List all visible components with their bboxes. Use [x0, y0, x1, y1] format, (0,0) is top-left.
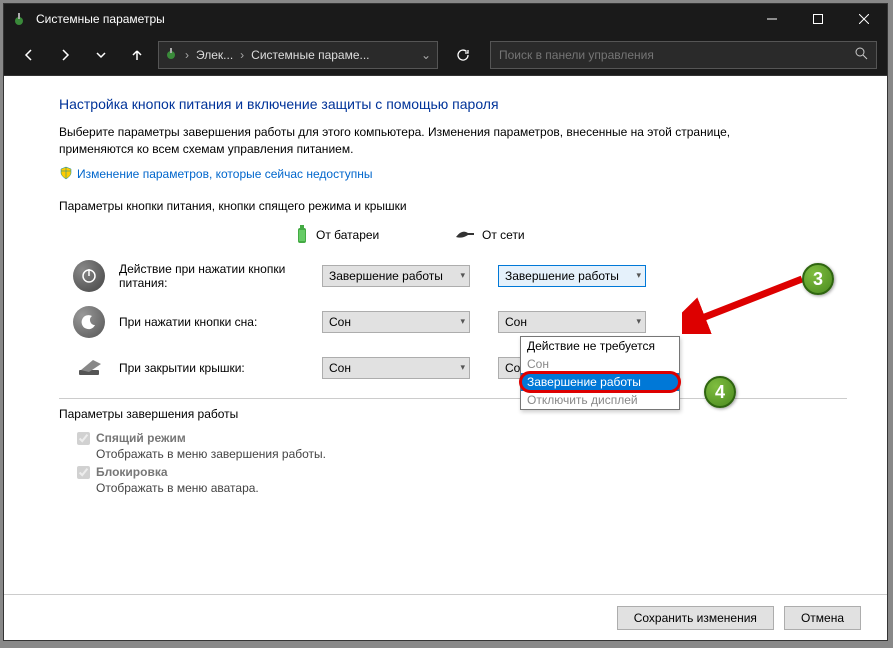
dropdown-value: Завершение работы	[505, 269, 619, 283]
window: Системные параметры › Элек... › Системны…	[3, 3, 888, 641]
annotation-callout-3: 3	[802, 263, 834, 295]
dropdown-option[interactable]: Отключить дисплей	[521, 391, 679, 409]
dropdown-value: Сон	[505, 315, 527, 329]
power-ac-dropdown[interactable]: Завершение работы ▾	[498, 265, 646, 287]
annotation-arrow	[682, 274, 812, 334]
lid-icon	[73, 352, 105, 384]
up-button[interactable]	[122, 40, 152, 70]
section-power-buttons-label: Параметры кнопки питания, кнопки спящего…	[59, 199, 847, 213]
col-battery-label: От батареи	[316, 228, 379, 242]
col-battery-header: От батареи	[294, 223, 454, 248]
power-ac-dropdown-open[interactable]: Действие не требуется Сон Завершение раб…	[520, 336, 680, 410]
row-lid-label: При закрытии крышки:	[119, 361, 314, 375]
window-controls	[749, 4, 887, 34]
breadcrumb-crumb-1[interactable]: Элек...	[193, 48, 236, 62]
window-title: Системные параметры	[36, 12, 749, 26]
dropdown-value: Завершение работы	[329, 269, 443, 283]
chevron-down-icon: ▾	[460, 316, 465, 327]
search-box[interactable]	[490, 41, 877, 69]
dropdown-option-selected[interactable]: Завершение работы	[521, 373, 679, 391]
lock-row: Блокировка	[77, 465, 847, 479]
app-icon	[12, 11, 28, 27]
sleep-mode-row: Спящий режим	[77, 431, 847, 445]
battery-icon	[294, 223, 310, 248]
breadcrumb-crumb-2[interactable]: Системные параме...	[248, 48, 372, 62]
row-sleep-label: При нажатии кнопки сна:	[119, 315, 314, 329]
page-description: Выберите параметры завершения работы для…	[59, 124, 739, 158]
titlebar: Системные параметры	[4, 4, 887, 34]
forward-button[interactable]	[50, 40, 80, 70]
sleep-battery-dropdown[interactable]: Сон ▾	[322, 311, 470, 333]
maximize-button[interactable]	[795, 4, 841, 34]
dropdown-option[interactable]: Действие не требуется	[521, 337, 679, 355]
section-shutdown-label: Параметры завершения работы	[59, 407, 847, 421]
change-settings-label: Изменение параметров, которые сейчас нед…	[77, 167, 373, 181]
breadcrumb[interactable]: › Элек... › Системные параме... ⌄	[158, 41, 438, 69]
chevron-down-icon: ▾	[636, 270, 641, 281]
folder-icon	[165, 45, 181, 64]
power-button-icon	[73, 260, 105, 292]
sleep-mode-label: Спящий режим	[96, 431, 186, 445]
row-power-label: Действие при нажатии кнопки питания:	[119, 262, 314, 290]
shutdown-section: Спящий режим Отображать в меню завершени…	[59, 431, 847, 495]
col-ac-label: От сети	[482, 228, 525, 242]
lid-battery-dropdown[interactable]: Сон ▾	[322, 357, 470, 379]
chevron-right-icon: ›	[185, 48, 189, 62]
sleep-button-icon	[73, 306, 105, 338]
search-input[interactable]	[499, 48, 854, 62]
change-settings-link[interactable]: Изменение параметров, которые сейчас нед…	[59, 166, 373, 183]
shield-icon	[59, 166, 73, 183]
sleep-mode-desc: Отображать в меню завершения работы.	[96, 447, 847, 461]
cancel-button[interactable]: Отмена	[784, 606, 861, 630]
chevron-down-icon: ▾	[460, 270, 465, 281]
sleep-ac-dropdown[interactable]: Сон ▾	[498, 311, 646, 333]
dropdown-value: Сон	[329, 361, 351, 375]
sleep-mode-checkbox	[77, 432, 90, 445]
footer: Сохранить изменения Отмена	[4, 594, 887, 640]
dropdown-value: Сон	[329, 315, 351, 329]
power-battery-dropdown[interactable]: Завершение работы ▾	[322, 265, 470, 287]
dropdown-option[interactable]: Сон	[521, 355, 679, 373]
chevron-down-icon[interactable]: ⌄	[421, 48, 431, 62]
minimize-button[interactable]	[749, 4, 795, 34]
save-button[interactable]: Сохранить изменения	[617, 606, 774, 630]
chevron-down-icon: ▾	[636, 316, 641, 327]
lock-label: Блокировка	[96, 465, 168, 479]
lock-desc: Отображать в меню аватара.	[96, 481, 847, 495]
back-button[interactable]	[14, 40, 44, 70]
chevron-right-icon: ›	[240, 48, 244, 62]
lock-checkbox	[77, 466, 90, 479]
toolbar: › Элек... › Системные параме... ⌄	[4, 34, 887, 76]
close-button[interactable]	[841, 4, 887, 34]
column-headers: От батареи От сети	[294, 223, 847, 248]
plug-icon	[454, 227, 476, 244]
annotation-callout-4: 4	[704, 376, 736, 408]
page-title: Настройка кнопок питания и включение защ…	[59, 96, 847, 112]
search-icon[interactable]	[854, 46, 868, 63]
chevron-down-icon: ▾	[460, 362, 465, 373]
refresh-button[interactable]	[448, 40, 478, 70]
recent-button[interactable]	[86, 40, 116, 70]
col-ac-header: От сети	[454, 223, 614, 248]
content: Настройка кнопок питания и включение защ…	[4, 76, 887, 596]
